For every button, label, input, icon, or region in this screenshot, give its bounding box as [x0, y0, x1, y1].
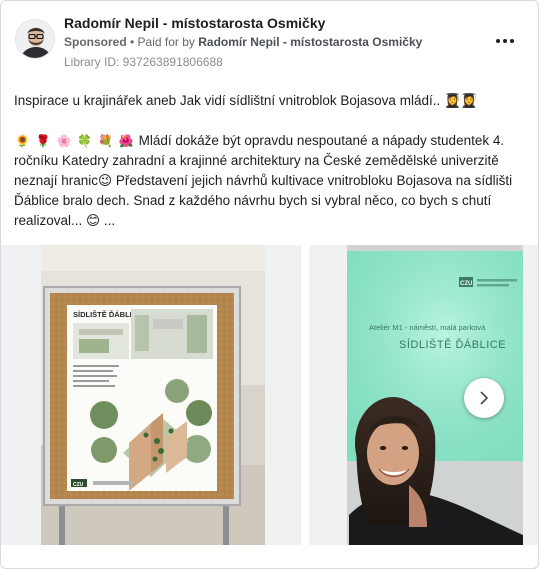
slide-logo: CZU: [460, 281, 472, 287]
avatar-portrait: [16, 20, 54, 58]
image-carousel[interactable]: SÍDLIŠTĚ ĎÁBLICE CZU CZU Ateliér M1 - ná…: [1, 245, 538, 550]
post-body: 🌻 🌹 🌸 🍀 💐 🌺 Mládí dokáže být opravdu nes…: [14, 131, 519, 231]
more-options-icon[interactable]: [492, 31, 518, 51]
payer-name[interactable]: Radomír Nepil - místostarosta Osmičky: [198, 35, 422, 49]
carousel-next-button[interactable]: [464, 378, 504, 418]
carousel-slide-presentation[interactable]: CZU Ateliér M1 - náměstí, malá parková S…: [309, 245, 538, 545]
chevron-right-icon: [480, 391, 488, 405]
poster-photo: SÍDLIŠTĚ ĎÁBLICE CZU: [1, 245, 301, 545]
paid-for-prefix: • Paid for by: [126, 35, 199, 49]
sponsored-label: Sponsored: [64, 35, 127, 49]
library-id: Library ID: 937263891806688: [64, 55, 223, 69]
dot: [503, 39, 507, 43]
dot: [496, 39, 500, 43]
slide-subtitle: Ateliér M1 - náměstí, malá parková: [369, 323, 486, 332]
sponsorship-line: Sponsored • Paid for by Radomír Nepil - …: [64, 35, 422, 49]
carousel-slide-poster[interactable]: SÍDLIŠTĚ ĎÁBLICE CZU: [1, 245, 301, 545]
avatar[interactable]: [15, 19, 55, 59]
ad-card: Radomír Nepil - místostarosta Osmičky Sp…: [0, 0, 539, 569]
sunflower-emoji: 🌻: [15, 134, 30, 148]
poster-logo: CZU: [73, 482, 84, 488]
page-name[interactable]: Radomír Nepil - místostarosta Osmičky: [64, 15, 325, 31]
post-header: Radomír Nepil - místostarosta Osmičky Sp…: [13, 15, 526, 73]
bouquet-emoji: 💐: [98, 134, 114, 148]
slide-title: SÍDLIŠTĚ ĎÁBLICE: [399, 338, 506, 351]
clover-emoji: 🍀: [77, 134, 93, 148]
presentation-photo: CZU Ateliér M1 - náměstí, malá parková S…: [309, 245, 538, 545]
dot: [510, 39, 514, 43]
post-text: Inspirace u krajinářek aneb Jak vidí síd…: [14, 91, 519, 231]
rose-emoji: 🌹: [35, 134, 51, 148]
hibiscus-emoji: 🌺: [118, 134, 134, 148]
blossom-emoji: 🌸: [56, 134, 72, 148]
post-title: Inspirace u krajinářek aneb Jak vidí síd…: [14, 93, 478, 108]
